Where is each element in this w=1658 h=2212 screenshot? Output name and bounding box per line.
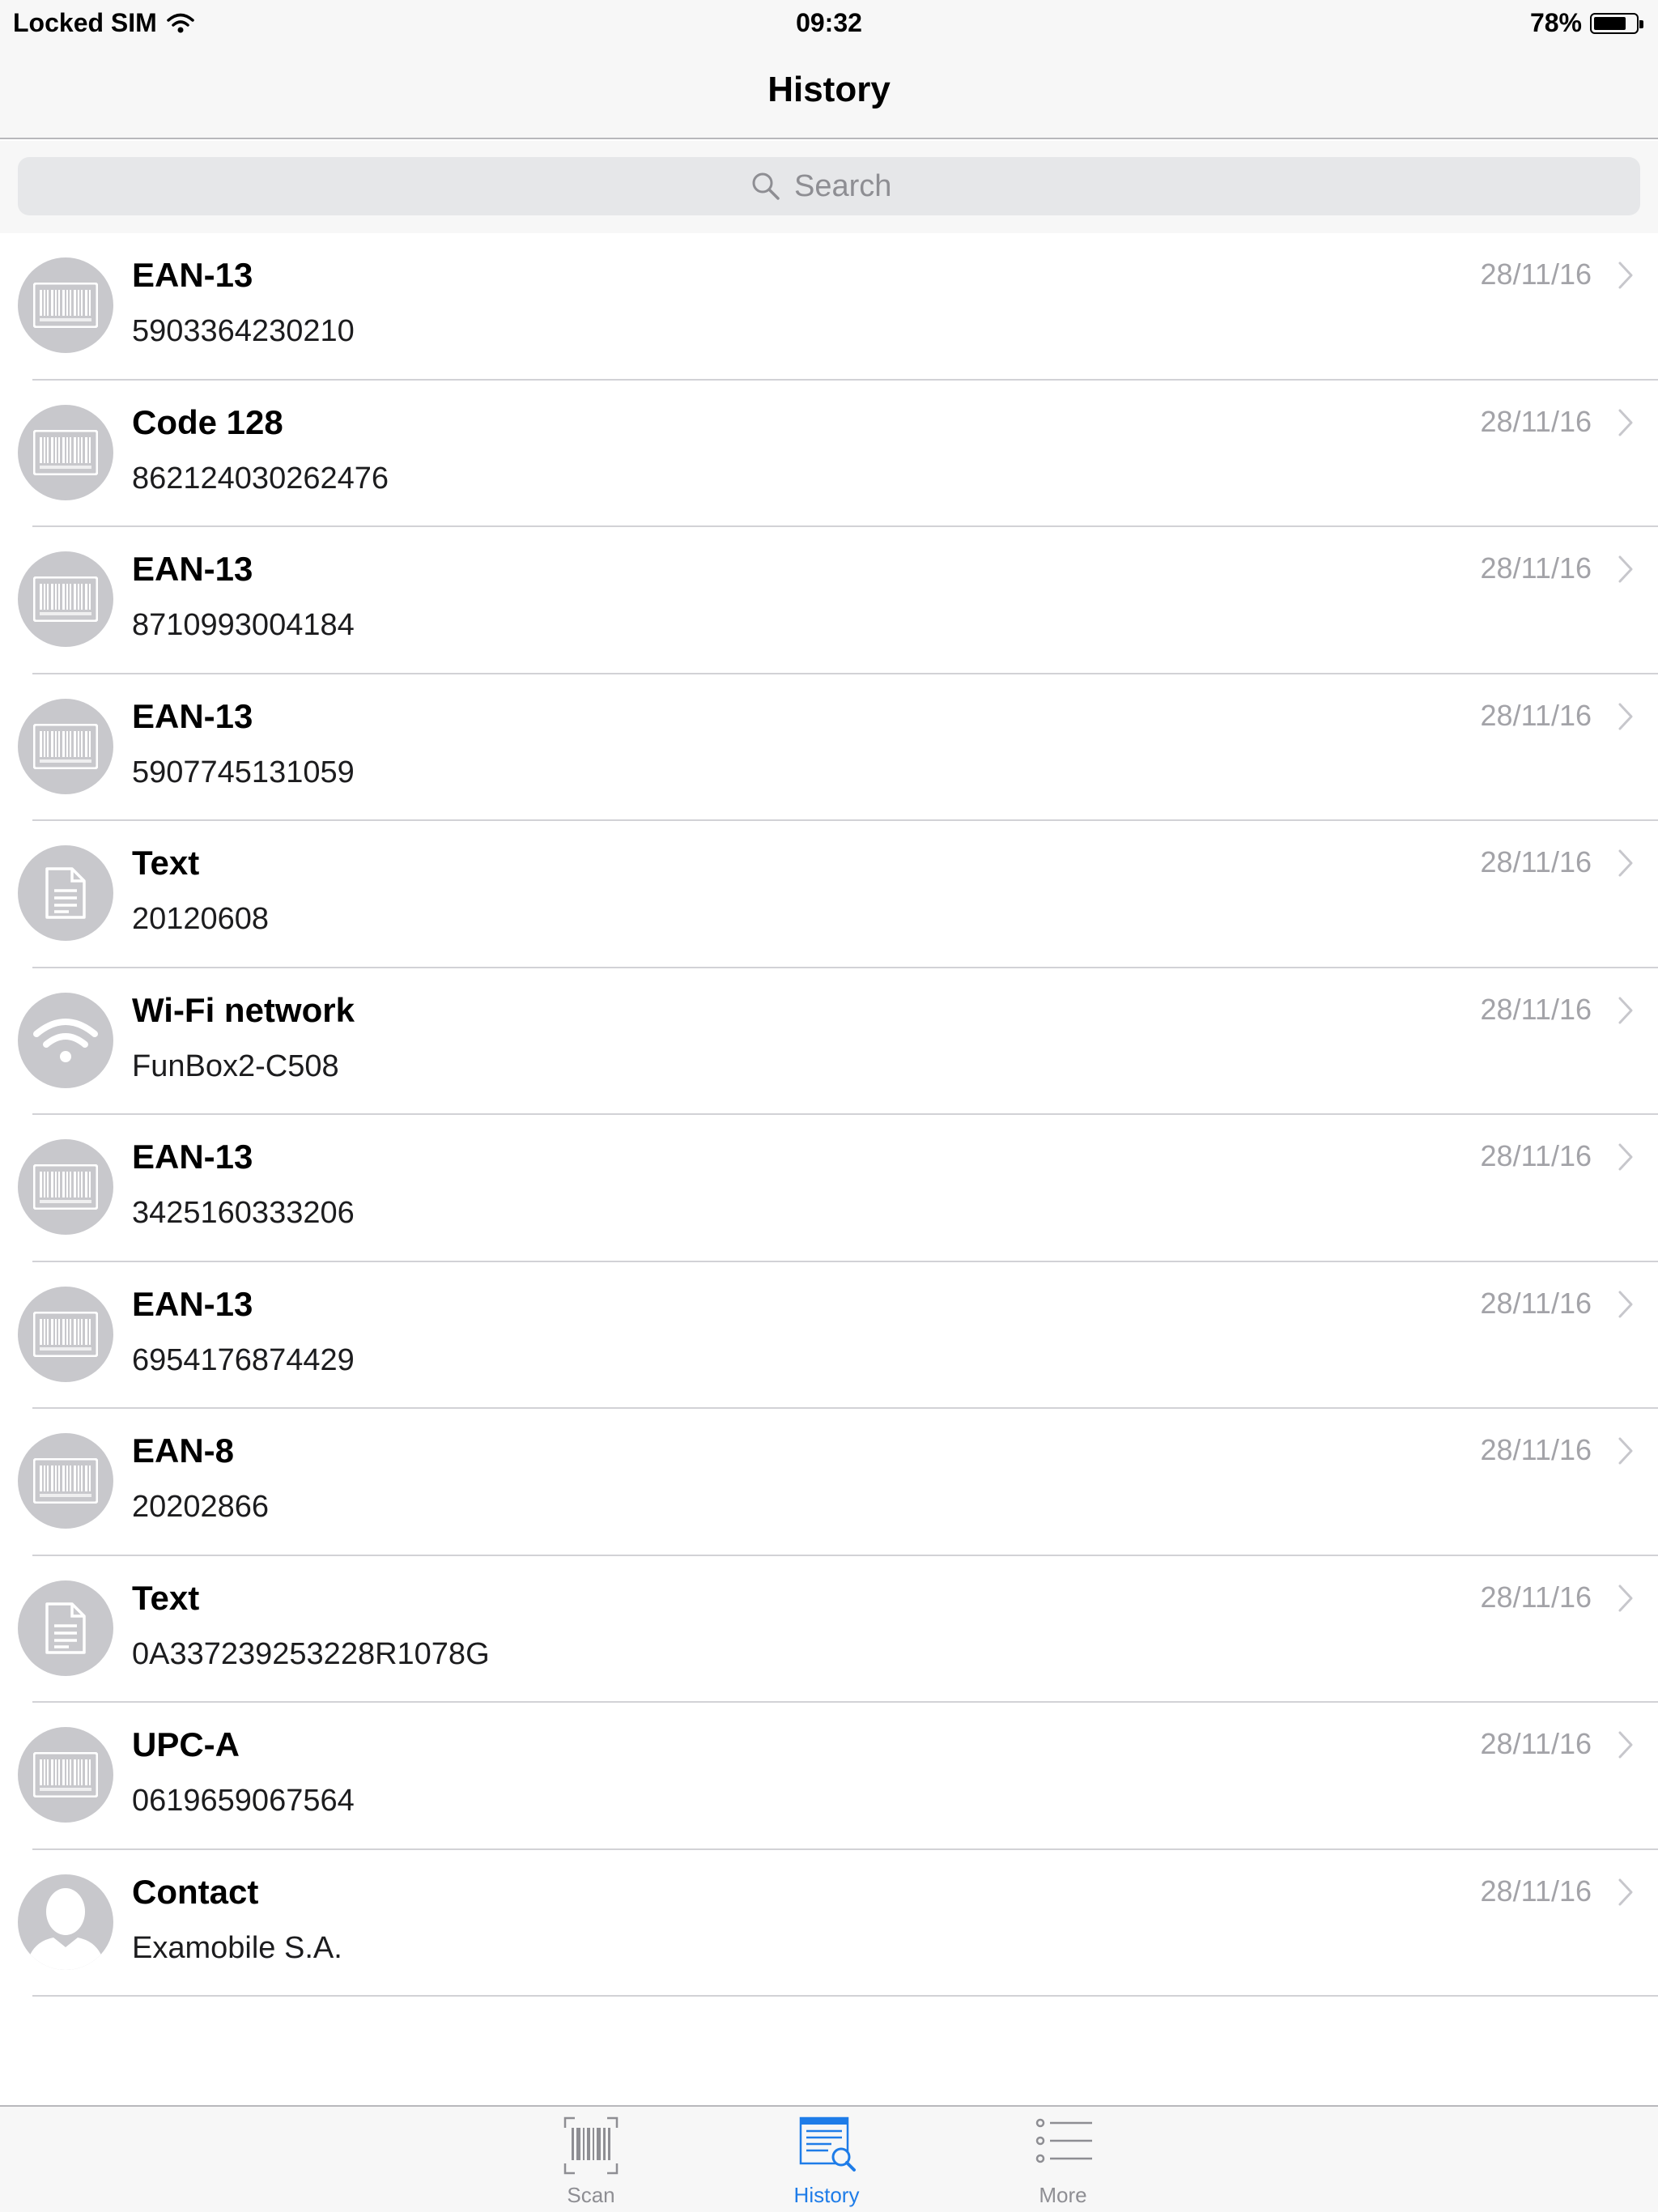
barcode-scan-icon [563,2116,619,2175]
chevron-right-icon [1618,555,1633,583]
chevron-right-icon [1618,703,1633,730]
page-title: History [767,70,891,109]
code-type: Contact [132,1872,259,1911]
chevron-right-icon [1618,409,1633,436]
tab-history[interactable]: History [762,2107,891,2212]
scan-date: 28/11/16 [1480,698,1592,732]
history-icon [799,2116,856,2172]
code-type: EAN-13 [132,550,253,588]
code-type: UPC-A [132,1725,240,1763]
search-field[interactable] [18,157,1640,215]
scan-date: 28/11/16 [1480,845,1592,878]
chevron-right-icon [1618,262,1633,289]
code-value: 20120608 [132,902,270,936]
battery-level [1594,16,1626,30]
code-type: Text [132,1578,200,1617]
scan-date: 28/11/16 [1480,404,1592,438]
scan-date: 28/11/16 [1480,1580,1592,1614]
document-icon [18,845,113,941]
history-row[interactable]: EAN-8 20202866 28/11/16 [0,1409,1658,1556]
battery-tip [1639,19,1643,28]
chevron-right-icon [1618,1291,1633,1317]
scan-date: 28/11/16 [1480,1727,1592,1760]
code-value: FunBox2-C508 [132,1049,339,1083]
barcode-icon [18,257,113,353]
barcode-icon [18,698,113,794]
scan-date: 28/11/16 [1480,1139,1592,1172]
battery-icon [1590,12,1643,34]
chevron-right-icon [1618,1878,1633,1905]
document-icon [18,1580,113,1676]
tab-more[interactable]: More [998,2107,1128,2212]
code-value: 5903364230210 [132,314,355,348]
code-type: Text [132,844,200,882]
barcode-icon [18,1727,113,1823]
history-list: EAN-13 5903364230210 28/11/16 Code 128 86212… [0,233,1658,1997]
code-type: EAN-13 [132,1138,253,1176]
tab-more-label: More [1039,2183,1087,2207]
scan-date: 28/11/16 [1480,1874,1592,1908]
code-value: 0619659067564 [132,1784,355,1818]
tab-scan[interactable]: Scan [526,2107,656,2212]
chevron-right-icon [1618,997,1633,1023]
code-value: 8710993004184 [132,608,355,642]
history-row[interactable]: Wi-Fi network FunBox2-C508 28/11/16 [0,968,1658,1116]
history-row[interactable]: EAN-13 3425160333206 28/11/16 [0,1115,1658,1262]
code-value: 20202866 [132,1490,270,1524]
code-value: 6954176874429 [132,1342,355,1377]
scan-date: 28/11/16 [1480,1286,1592,1320]
navigation-bar: History [0,45,1658,139]
person-icon [18,1874,113,1970]
wifi-icon [18,992,113,1088]
code-value: 5907745131059 [132,755,355,789]
barcode-icon [18,1286,113,1382]
history-row[interactable]: Code 128 862124030262476 28/11/16 [0,381,1658,528]
barcode-icon [18,1433,113,1529]
history-row[interactable]: EAN-13 6954176874429 28/11/16 [0,1262,1658,1410]
history-row[interactable]: Contact Examobile S.A. 28/11/16 [0,1850,1658,1997]
code-type: Code 128 [132,402,283,441]
chevron-right-icon [1618,1585,1633,1611]
search-bar [0,141,1658,233]
barcode-icon [18,404,113,500]
code-type: EAN-8 [132,1431,235,1470]
code-value: 3425160333206 [132,1196,355,1230]
barcode-icon [18,551,113,647]
scan-date: 28/11/16 [1480,551,1592,585]
more-list-icon [1035,2118,1092,2163]
tab-bar: Scan History More [0,2105,1658,2212]
chevron-right-icon [1618,1731,1633,1759]
clock: 09:32 [796,8,862,37]
history-row[interactable]: EAN-13 5903364230210 28/11/16 [0,233,1658,381]
history-row[interactable]: EAN-13 5907745131059 28/11/16 [0,674,1658,822]
status-bar: Locked SIM 09:32 78% [0,0,1658,45]
chevron-right-icon [1618,849,1633,877]
tab-scan-label: Scan [567,2183,615,2207]
code-type: EAN-13 [132,256,253,294]
history-row[interactable]: Text 20120608 28/11/16 [0,821,1658,968]
code-value: 0A337239253228R1078G [132,1636,490,1671]
scan-date: 28/11/16 [1480,1433,1592,1466]
history-row[interactable]: Text 0A337239253228R1078G 28/11/16 [0,1556,1658,1704]
chevron-right-icon [1618,1143,1633,1171]
history-row[interactable]: UPC-A 0619659067564 28/11/16 [0,1703,1658,1850]
battery-percent: 78% [1529,8,1582,37]
code-value: 862124030262476 [132,461,389,496]
battery-indicator: 78% [1529,8,1643,38]
scan-date: 28/11/16 [1480,257,1592,291]
code-type: EAN-13 [132,1284,253,1323]
search-icon [752,172,780,200]
code-type: EAN-13 [132,696,253,735]
code-type: Wi-Fi network [132,990,355,1029]
barcode-icon [18,1139,113,1235]
code-value: Examobile S.A. [132,1930,342,1965]
history-row[interactable]: EAN-13 8710993004184 28/11/16 [0,527,1658,674]
scan-date: 28/11/16 [1480,992,1592,1026]
chevron-right-icon [1618,1437,1633,1465]
search-input[interactable] [794,168,908,204]
tab-history-label: History [793,2183,860,2207]
